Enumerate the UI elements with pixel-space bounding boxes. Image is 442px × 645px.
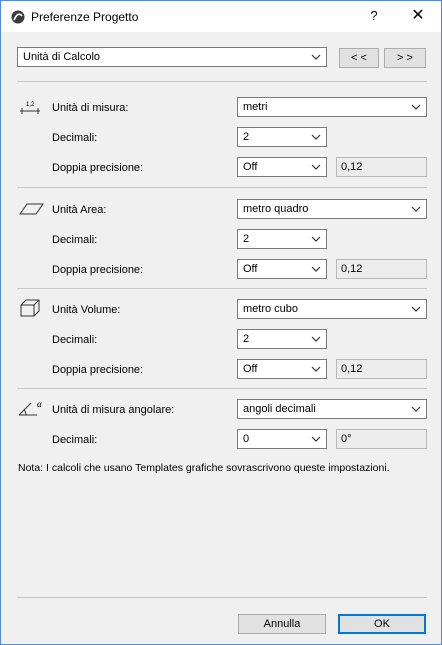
angle-unit-select[interactable]: angoli decimali <box>237 399 427 419</box>
separator <box>17 388 427 389</box>
svg-text:1,2: 1,2 <box>26 102 35 108</box>
area-decimals-select[interactable]: 2 <box>237 229 327 249</box>
help-button[interactable]: ? <box>361 5 387 27</box>
svg-text:α: α <box>37 399 42 409</box>
length-decimals-value: 2 <box>243 131 250 143</box>
angle-preview-value: 0° <box>341 433 352 445</box>
length-unit-label: Unità di misura: <box>52 102 129 114</box>
length-unit-select[interactable]: metri <box>237 97 427 117</box>
separator <box>17 81 427 82</box>
separator <box>17 597 427 598</box>
volume-preview-field: 0,12 <box>336 359 427 379</box>
chevron-down-icon <box>411 206 421 212</box>
volume-double-precision-select[interactable]: Off <box>237 359 327 379</box>
area-double-precision-label: Doppia precisione: <box>52 264 144 276</box>
area-double-precision-select[interactable]: Off <box>237 259 327 279</box>
length-double-value: Off <box>243 161 258 173</box>
window-title: Preferenze Progetto <box>31 10 139 24</box>
archicad-icon <box>11 10 25 24</box>
length-unit-icon: 1,2 <box>20 102 40 114</box>
volume-unit-icon <box>20 299 40 317</box>
area-decimals-label: Decimali: <box>52 234 98 246</box>
title-bar: Preferenze Progetto ? ✕ <box>1 1 441 32</box>
note-text: Nota: I calcoli che usano Templates graf… <box>18 462 390 474</box>
area-unit-select[interactable]: metro quadro <box>237 199 427 219</box>
volume-decimals-select[interactable]: 2 <box>237 329 327 349</box>
chevron-down-icon <box>311 236 321 242</box>
next-page-button[interactable]: > > <box>384 48 426 68</box>
volume-unit-value: metro cubo <box>243 303 299 315</box>
area-unit-label: Unità Area: <box>52 204 107 216</box>
chevron-down-icon <box>311 54 321 60</box>
volume-preview-value: 0,12 <box>341 363 363 375</box>
chevron-down-icon <box>311 134 321 140</box>
area-unit-icon <box>19 203 44 215</box>
length-preview-field: 0,12 <box>336 157 427 177</box>
volume-double-value: Off <box>243 363 258 375</box>
length-decimals-select[interactable]: 2 <box>237 127 327 147</box>
separator <box>17 288 427 289</box>
angle-decimals-value: 0 <box>243 433 250 445</box>
volume-decimals-value: 2 <box>243 333 250 345</box>
area-preview-field: 0,12 <box>336 259 427 279</box>
angle-unit-label: Unità di misura angolare: <box>52 404 175 416</box>
length-decimals-label: Decimali: <box>52 132 98 144</box>
page-select[interactable]: Unità di Calcolo <box>17 47 327 67</box>
prev-page-button[interactable]: < < <box>339 48 379 68</box>
chevron-down-icon <box>311 366 321 372</box>
volume-decimals-label: Decimali: <box>52 334 98 346</box>
cancel-button[interactable]: Annulla <box>238 614 326 634</box>
length-double-precision-label: Doppia precisione: <box>52 162 144 174</box>
volume-double-precision-label: Doppia precisione: <box>52 364 144 376</box>
length-double-precision-select[interactable]: Off <box>237 157 327 177</box>
page-select-value: Unità di Calcolo <box>23 51 101 63</box>
area-unit-value: metro quadro <box>243 203 309 215</box>
dialog-window: Preferenze Progetto ? ✕ Unità di Calcolo… <box>0 0 442 645</box>
angle-unit-icon: α <box>18 399 42 416</box>
chevron-down-icon <box>411 104 421 110</box>
chevron-down-icon <box>411 306 421 312</box>
angle-unit-value: angoli decimali <box>243 403 316 415</box>
chevron-down-icon <box>311 436 321 442</box>
length-unit-value: metri <box>243 101 268 113</box>
area-double-value: Off <box>243 263 258 275</box>
chevron-down-icon <box>311 164 321 170</box>
chevron-down-icon <box>411 406 421 412</box>
ok-button[interactable]: OK <box>338 614 426 634</box>
chevron-down-icon <box>311 336 321 342</box>
angle-decimals-select[interactable]: 0 <box>237 429 327 449</box>
close-button[interactable]: ✕ <box>405 5 431 27</box>
separator <box>17 187 427 188</box>
volume-unit-label: Unità Volume: <box>52 304 121 316</box>
area-decimals-value: 2 <box>243 233 250 245</box>
angle-preview-field: 0° <box>336 429 427 449</box>
volume-unit-select[interactable]: metro cubo <box>237 299 427 319</box>
length-preview-value: 0,12 <box>341 161 363 173</box>
area-preview-value: 0,12 <box>341 263 363 275</box>
chevron-down-icon <box>311 266 321 272</box>
angle-decimals-label: Decimali: <box>52 434 98 446</box>
